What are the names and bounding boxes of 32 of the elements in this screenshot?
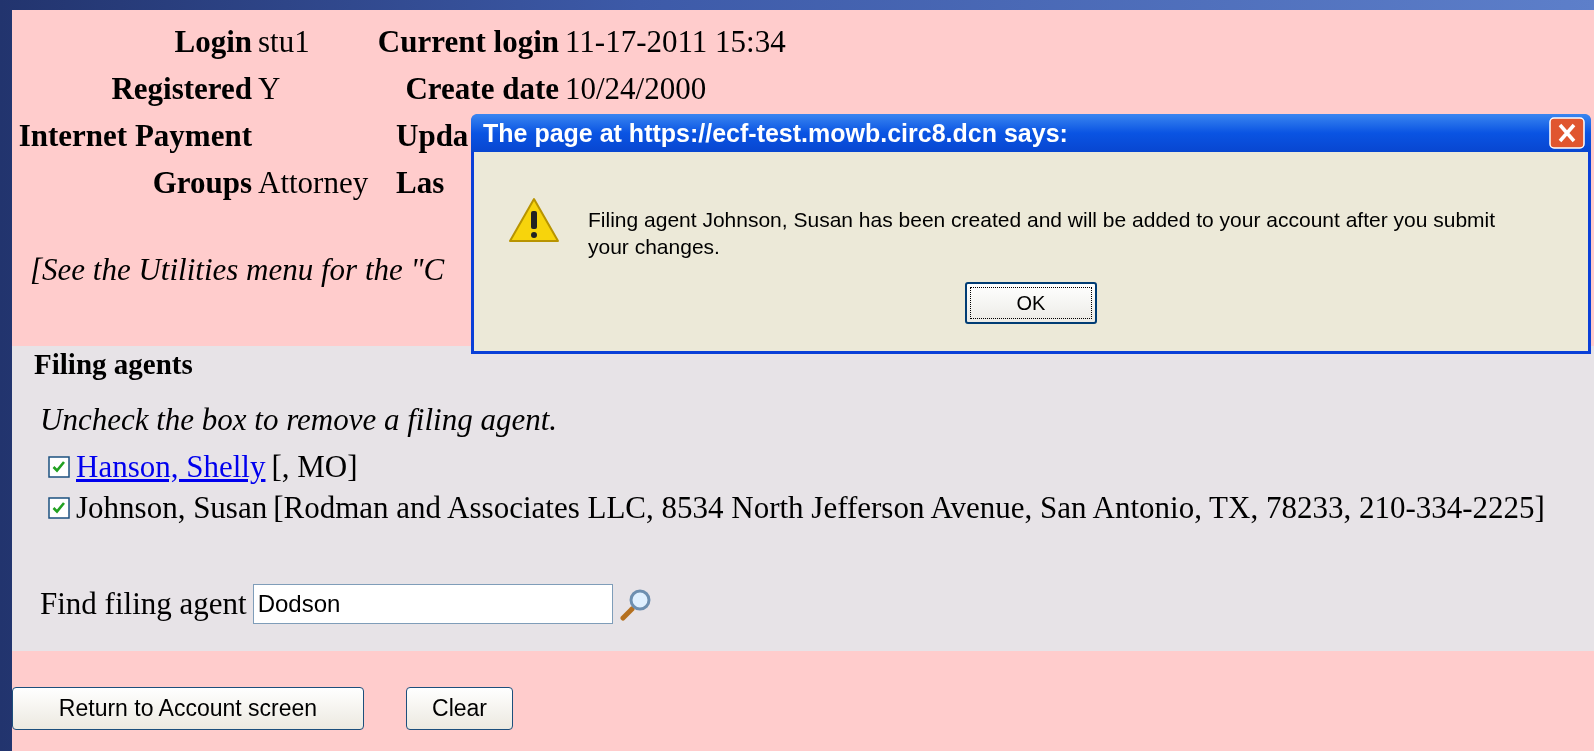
hint-text: Uncheck the box to remove a filing agent. bbox=[39, 401, 559, 439]
field-value: Attorney bbox=[258, 164, 369, 200]
agent-link[interactable]: Hanson, Shelly bbox=[76, 448, 266, 485]
field-label: Las bbox=[396, 164, 445, 200]
note-text: [See the Utilities menu for the "C bbox=[30, 252, 445, 287]
ok-button[interactable]: OK bbox=[965, 282, 1097, 324]
search-field[interactable]: Dodson bbox=[252, 584, 613, 624]
search-icon[interactable] bbox=[618, 587, 653, 621]
field-label: Groups bbox=[151, 164, 252, 201]
warning-icon bbox=[508, 196, 560, 244]
checkbox[interactable] bbox=[48, 455, 70, 478]
section-heading: Filing agents bbox=[34, 347, 194, 382]
field-label: Login bbox=[173, 23, 252, 60]
field-label: Current login bbox=[377, 23, 559, 59]
field-value: 10/24/2000 bbox=[565, 70, 707, 106]
agent-details: [Rodman and Associates LLC, 8534 North Jefferson Avenue, San Antonio, TX, 78233, 210-334-2225] bbox=[273, 489, 1545, 526]
field-label: Create date bbox=[405, 70, 559, 106]
agent-name: Johnson, Susan bbox=[76, 489, 268, 526]
action-button[interactable]: Clear bbox=[406, 687, 513, 730]
checkbox[interactable] bbox=[48, 496, 70, 519]
field-value: stu1 bbox=[258, 23, 310, 59]
field-label: Registered bbox=[110, 70, 252, 107]
field-value: Y bbox=[258, 70, 281, 106]
dialog-message: Filing agent Johnson, Susan has been created and will be added to your account after you submit your changes. bbox=[588, 207, 1497, 260]
agent-details: [, MO] bbox=[271, 448, 358, 485]
field-value: 11-17-2011 15:34 bbox=[565, 23, 786, 59]
field-label: Internet Payment bbox=[17, 117, 252, 154]
dialog-title: The page at https://ecf-test.mowb.circ8.dcn says: bbox=[483, 118, 1068, 148]
close-icon[interactable] bbox=[1549, 117, 1585, 149]
field-label: Upda bbox=[396, 117, 469, 153]
action-button[interactable]: Return to Account screen bbox=[12, 687, 364, 730]
field-label: Find filing agent bbox=[40, 586, 247, 622]
